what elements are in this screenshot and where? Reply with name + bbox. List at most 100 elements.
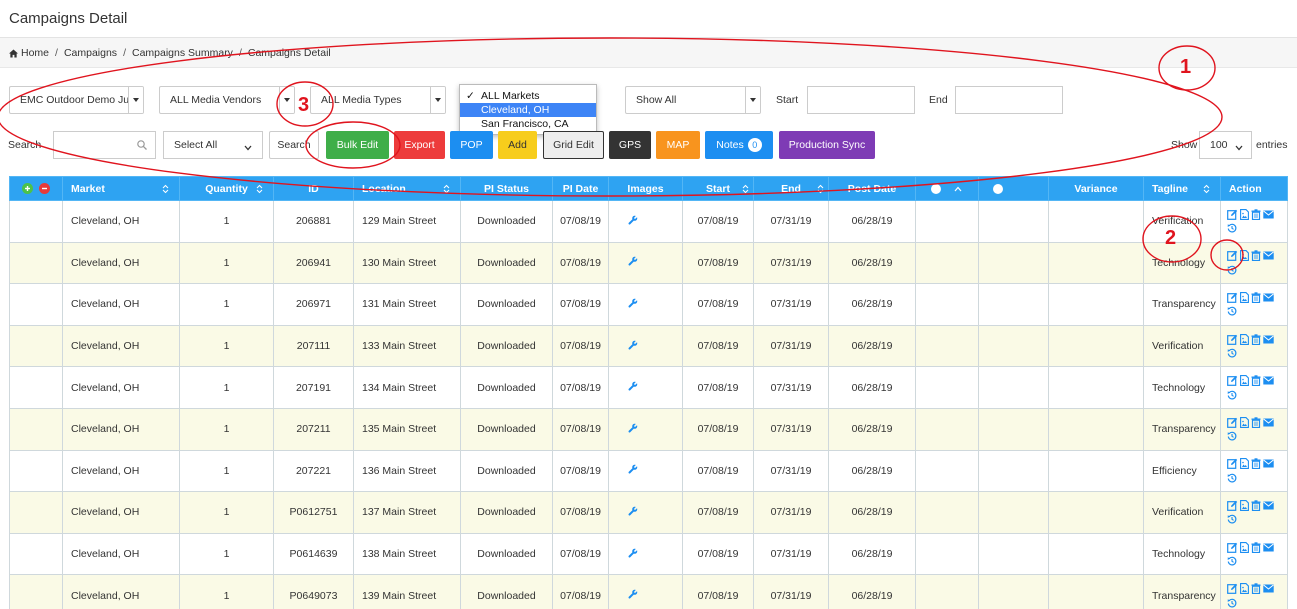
trash-icon[interactable]	[1251, 583, 1261, 595]
show-filter-select[interactable]: Show All	[625, 86, 761, 114]
row-select-cell[interactable]	[9, 283, 63, 326]
trash-icon[interactable]	[1251, 417, 1261, 428]
breadcrumb-home[interactable]: Home	[21, 47, 49, 59]
trash-icon[interactable]	[1251, 458, 1261, 470]
trash-icon[interactable]	[1251, 209, 1261, 220]
markets-dropdown[interactable]: ✓ ALL Markets Cleveland, OH San Francisc…	[459, 84, 597, 135]
production-sync-button[interactable]: Production Sync	[779, 131, 875, 159]
history-icon[interactable]	[1227, 473, 1237, 483]
column-header-end[interactable]: End	[753, 176, 829, 201]
minus-circle-icon[interactable]	[39, 183, 51, 195]
edit-icon[interactable]	[1227, 292, 1238, 303]
envelope-icon[interactable]	[1263, 584, 1274, 593]
column-header-market[interactable]: Market	[62, 176, 180, 201]
image-file-icon[interactable]	[1240, 375, 1249, 387]
edit-icon[interactable]	[1227, 334, 1238, 345]
image-file-icon[interactable]	[1240, 500, 1249, 511]
breadcrumb-campaigns[interactable]: Campaigns	[64, 47, 117, 59]
wrench-icon[interactable]	[628, 589, 638, 602]
envelope-icon[interactable]	[1263, 210, 1274, 219]
vendor-select[interactable]: ALL Media Vendors	[159, 86, 295, 114]
bulk-edit-button[interactable]: Bulk Edit	[326, 131, 389, 159]
market-option-all[interactable]: ✓ ALL Markets	[460, 89, 596, 103]
table-row[interactable]: Cleveland, OH 1 206881 129 Main Street Downl…	[9, 200, 1288, 243]
trash-icon[interactable]	[1251, 333, 1261, 345]
image-file-icon[interactable]	[1240, 333, 1249, 345]
trash-icon[interactable]	[1251, 292, 1261, 303]
info-circle-icon[interactable]	[931, 183, 941, 194]
row-select-cell[interactable]	[9, 407, 63, 451]
search-input[interactable]	[53, 131, 156, 159]
table-row[interactable]: Cleveland, OH 1 P0614639 138 Main Street Dow…	[9, 532, 1288, 576]
history-icon[interactable]	[1227, 223, 1237, 233]
column-header-location[interactable]: Location	[353, 176, 461, 201]
column-header-quantity[interactable]: Quantity	[179, 176, 274, 201]
column-header-start[interactable]: Start	[682, 176, 754, 201]
row-select-cell[interactable]	[9, 449, 63, 493]
wrench-icon[interactable]	[628, 464, 638, 477]
plus-circle-icon[interactable]	[21, 183, 33, 195]
table-row[interactable]: Cleveland, OH 1 P0649073 139 Main Street Dow…	[9, 574, 1288, 609]
edit-icon[interactable]	[1227, 250, 1238, 262]
notes-button[interactable]: Notes 0	[705, 131, 773, 159]
breadcrumb-campaigns-summary[interactable]: Campaigns Summary	[132, 47, 233, 59]
edit-icon[interactable]	[1227, 500, 1238, 511]
search-button[interactable]: Search	[269, 131, 319, 159]
history-icon[interactable]	[1227, 348, 1237, 358]
wrench-icon[interactable]	[628, 256, 638, 269]
envelope-icon[interactable]	[1263, 459, 1274, 468]
trash-icon[interactable]	[1251, 500, 1261, 511]
row-select-cell[interactable]	[9, 200, 63, 243]
start-date-input[interactable]	[807, 86, 915, 114]
image-file-icon[interactable]	[1240, 208, 1249, 220]
table-row[interactable]: Cleveland, OH 1 206941 130 Main Street Downl…	[9, 241, 1288, 285]
wrench-icon[interactable]	[628, 215, 638, 228]
column-header-variance[interactable]: Variance	[1048, 176, 1144, 201]
table-row[interactable]: Cleveland, OH 1 207221 136 Main Street Downl…	[9, 449, 1288, 493]
wrench-icon[interactable]	[628, 340, 638, 353]
edit-icon[interactable]	[1227, 458, 1238, 470]
grid-edit-button[interactable]: Grid Edit	[543, 131, 604, 159]
edit-icon[interactable]	[1227, 583, 1238, 595]
table-row[interactable]: Cleveland, OH 1 206971 131 Main Street Downl…	[9, 283, 1288, 326]
envelope-icon[interactable]	[1263, 251, 1274, 260]
export-button[interactable]: Export	[394, 131, 445, 159]
row-select-cell[interactable]	[9, 241, 63, 285]
envelope-icon[interactable]	[1263, 335, 1274, 344]
wrench-icon[interactable]	[628, 506, 638, 519]
history-icon[interactable]	[1227, 306, 1237, 316]
column-header-pi-status[interactable]: PI Status	[460, 176, 553, 201]
map-button[interactable]: MAP	[656, 131, 700, 159]
row-select-cell[interactable]	[9, 532, 63, 576]
entries-per-page-select[interactable]: 100	[1199, 131, 1252, 159]
column-header-post-date[interactable]: Post Date	[828, 176, 916, 201]
trash-icon[interactable]	[1251, 541, 1261, 553]
media-type-select[interactable]: ALL Media Types	[310, 86, 446, 114]
image-file-icon[interactable]	[1240, 292, 1249, 303]
campaign-select[interactable]: EMC Outdoor Demo Ju	[9, 86, 144, 114]
select-all-dropdown[interactable]: Select All	[163, 131, 263, 159]
gps-button[interactable]: GPS	[609, 131, 651, 159]
column-header-images[interactable]: Images	[608, 176, 683, 201]
history-icon[interactable]	[1227, 390, 1237, 400]
edit-icon[interactable]	[1227, 209, 1238, 220]
envelope-icon[interactable]	[1263, 501, 1274, 510]
column-header-pi-date[interactable]: PI Date	[552, 176, 609, 201]
column-header-toggle-a[interactable]	[915, 176, 979, 201]
wrench-icon[interactable]	[628, 298, 638, 311]
image-file-icon[interactable]	[1240, 250, 1249, 262]
history-icon[interactable]	[1227, 265, 1237, 275]
envelope-icon[interactable]	[1263, 543, 1274, 552]
plus-circle-icon[interactable]	[992, 183, 1003, 194]
table-row[interactable]: Cleveland, OH 1 207111 133 Main Street Downl…	[9, 324, 1288, 368]
row-select-cell[interactable]	[9, 574, 63, 609]
edit-icon[interactable]	[1227, 417, 1238, 428]
history-icon[interactable]	[1227, 598, 1237, 608]
wrench-icon[interactable]	[628, 381, 638, 394]
wrench-icon[interactable]	[628, 548, 638, 561]
image-file-icon[interactable]	[1240, 458, 1249, 470]
market-option-cleveland[interactable]: Cleveland, OH	[460, 103, 596, 117]
envelope-icon[interactable]	[1263, 376, 1274, 385]
row-select-cell[interactable]	[9, 491, 63, 534]
market-option-san-francisco[interactable]: San Francisco, CA	[460, 117, 596, 131]
